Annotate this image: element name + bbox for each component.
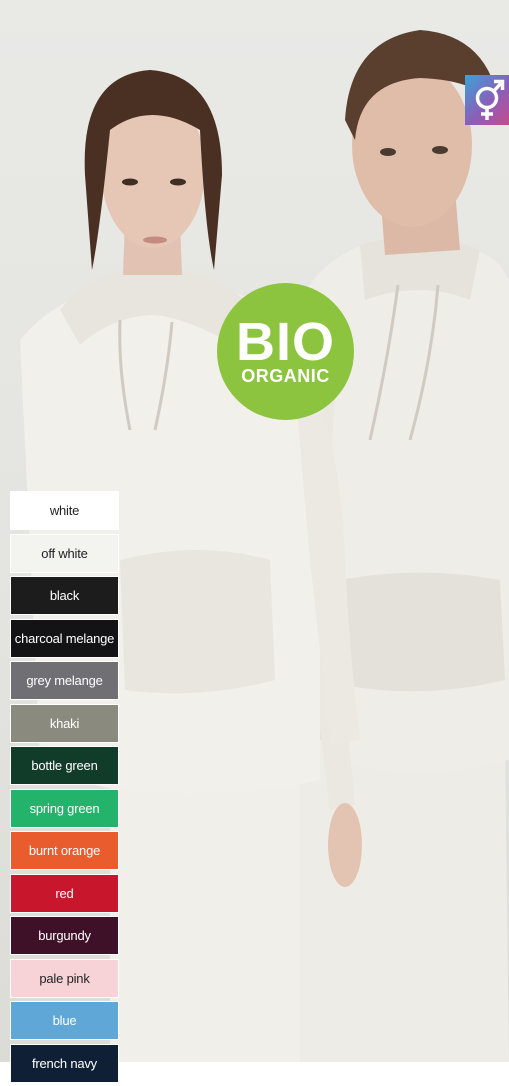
swatch-pale-pink: pale pink [10, 959, 119, 998]
swatch-spring-green: spring green [10, 789, 119, 828]
swatch-label: grey melange [26, 673, 102, 688]
swatch-label: bottle green [31, 758, 97, 773]
swatch-label: burnt orange [29, 843, 100, 858]
swatch-label: spring green [30, 801, 100, 816]
badge-line2: ORGANIC [241, 366, 330, 386]
swatch-label: red [55, 886, 73, 901]
swatch-blue: blue [10, 1001, 119, 1040]
swatch-red: red [10, 874, 119, 913]
swatch-burnt-orange: burnt orange [10, 831, 119, 870]
swatch-label: off white [41, 546, 87, 561]
unisex-symbol-icon [469, 78, 505, 122]
badge-line1: BIO [236, 318, 335, 366]
swatch-white: white [10, 491, 119, 530]
swatch-label: pale pink [39, 971, 89, 986]
swatch-grey-melange: grey melange [10, 661, 119, 700]
unisex-badge [465, 75, 509, 125]
swatch-off-white: off white [10, 534, 119, 573]
swatch-label: charcoal melange [15, 631, 114, 646]
swatch-label: burgundy [38, 928, 91, 943]
swatch-label: french navy [32, 1056, 97, 1071]
swatch-burgundy: burgundy [10, 916, 119, 955]
bio-organic-badge: BIO ORGANIC [217, 283, 354, 420]
swatch-label: blue [53, 1013, 77, 1028]
swatch-bottle-green: bottle green [10, 746, 119, 785]
swatch-french-navy: french navy [10, 1044, 119, 1083]
swatch-label: white [50, 503, 79, 518]
swatch-label: khaki [50, 716, 79, 731]
swatch-charcoal-melange: charcoal melange [10, 619, 119, 658]
swatch-black: black [10, 576, 119, 615]
swatch-label: black [50, 588, 79, 603]
swatch-khaki: khaki [10, 704, 119, 743]
color-swatch-list: white off white black charcoal melange g… [10, 491, 119, 1086]
